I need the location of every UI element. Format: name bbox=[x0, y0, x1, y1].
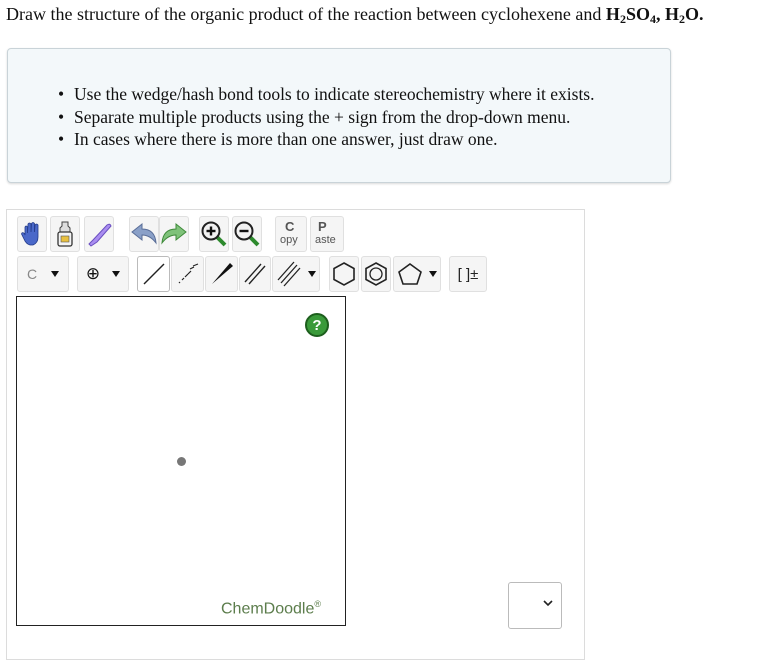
reagents: H2SO4, H2O. bbox=[605, 4, 704, 26]
dropdown-arrow-icon bbox=[308, 271, 316, 277]
chevron-down-icon bbox=[543, 600, 553, 607]
instruction-item: Use the wedge/hash bond tools to indicat… bbox=[58, 83, 595, 106]
chemdoodle-logo: ChemDoodle® bbox=[221, 599, 322, 618]
lasso-tool-button[interactable] bbox=[84, 216, 114, 252]
zoom-out-icon bbox=[234, 221, 260, 247]
undo-icon bbox=[131, 222, 157, 245]
wedge-bond-button[interactable] bbox=[205, 256, 238, 292]
hand-tool-button[interactable] bbox=[17, 216, 47, 252]
drawing-canvas[interactable]: ? ChemDoodle® bbox=[16, 296, 346, 626]
hand-icon bbox=[21, 222, 39, 246]
hash-bond-icon bbox=[178, 263, 198, 284]
cyclopentane-selector[interactable] bbox=[393, 256, 441, 292]
dropdown-arrow-icon bbox=[429, 271, 437, 277]
single-bond-icon bbox=[143, 263, 164, 285]
chemdoodle-editor: C opy P aste C ⊕ []± ? ChemDoodle® bbox=[6, 209, 585, 660]
redo-icon bbox=[161, 222, 187, 245]
question-text: Draw the structure of the organic produc… bbox=[6, 4, 704, 26]
zoom-out-button[interactable] bbox=[232, 216, 262, 252]
dropdown-arrow-icon bbox=[51, 271, 60, 277]
benzene-icon bbox=[365, 262, 387, 286]
instructions-list: Use the wedge/hash bond tools to indicat… bbox=[58, 83, 595, 151]
copy-button[interactable]: C opy bbox=[275, 216, 307, 252]
double-bond-icon bbox=[244, 263, 266, 285]
triple-bond-selector[interactable] bbox=[272, 256, 320, 292]
dropdown-arrow-icon bbox=[112, 271, 121, 277]
answer-select[interactable] bbox=[508, 582, 562, 629]
zoom-in-button[interactable] bbox=[199, 216, 229, 252]
undo-button[interactable] bbox=[129, 216, 159, 252]
single-bond-button[interactable] bbox=[137, 256, 170, 292]
redo-button[interactable] bbox=[159, 216, 189, 252]
lasso-icon bbox=[88, 223, 112, 247]
triple-bond-icon bbox=[277, 261, 301, 287]
cyclopentane-icon bbox=[398, 263, 422, 285]
double-bond-button[interactable] bbox=[239, 256, 271, 292]
wedge-bond-icon bbox=[211, 263, 233, 284]
cyclohexane-icon bbox=[333, 262, 355, 286]
instruction-item: Separate multiple products using the + s… bbox=[58, 106, 595, 129]
element-selector[interactable]: C bbox=[17, 256, 69, 292]
paste-button[interactable]: P aste bbox=[310, 216, 344, 252]
instructions-box: Use the wedge/hash bond tools to indicat… bbox=[7, 48, 671, 183]
instruction-item: In cases where there is more than one an… bbox=[58, 128, 595, 151]
clear-button[interactable] bbox=[50, 216, 80, 252]
hash-bond-button[interactable] bbox=[171, 256, 204, 292]
help-button[interactable]: ? bbox=[305, 313, 329, 337]
benzene-button[interactable] bbox=[361, 256, 391, 292]
eraser-bottle-icon bbox=[57, 221, 73, 247]
cursor-dot bbox=[177, 457, 186, 466]
charge-selector[interactable]: ⊕ bbox=[77, 256, 129, 292]
zoom-in-icon bbox=[201, 221, 227, 247]
bracket-button[interactable]: [ ]± bbox=[449, 256, 487, 292]
cyclohexane-button[interactable] bbox=[329, 256, 359, 292]
